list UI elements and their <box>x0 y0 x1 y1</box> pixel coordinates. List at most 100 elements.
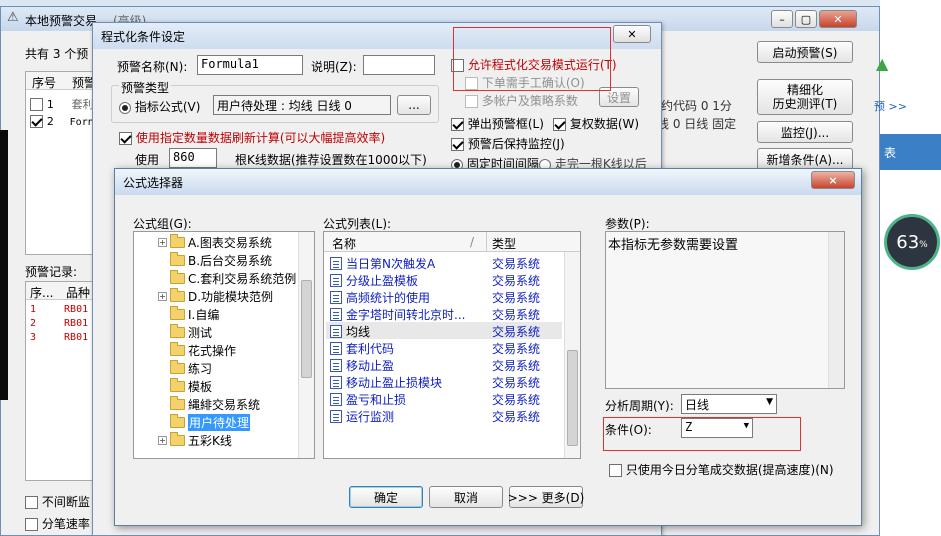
more-link[interactable]: 预 >> <box>874 98 907 114</box>
condition-close-button[interactable]: ✕ <box>613 25 651 43</box>
group-tree-item[interactable]: 縄緋交易系统 <box>158 396 260 413</box>
formula-doc-icon <box>330 325 342 338</box>
formula-type: 交易系统 <box>492 393 541 407</box>
table-row[interactable]: 2 Forn <box>30 114 94 130</box>
side-panel: ▲ 预 >> 表 63% <box>874 0 941 536</box>
expand-icon[interactable]: + <box>158 238 167 247</box>
maximize-button[interactable]: ▢ <box>795 10 817 28</box>
row-name: Forn <box>69 117 94 128</box>
formula-field[interactable]: 用户待处理 : 均线 日线 0 <box>213 95 391 115</box>
group-tree-label: B.后台交易系统 <box>188 254 273 268</box>
period-select[interactable]: 日线 ▼ <box>681 394 777 414</box>
multi-account-checkbox[interactable]: 多帐户及策略系数 <box>465 92 578 109</box>
group-tree: + A.图表交易系统 B.后台交易系统 C.套利交易系统范例 + D.功能模块范例 I.自编… <box>133 231 315 459</box>
col-type-header[interactable]: 类型 <box>492 235 516 252</box>
group-tree-item[interactable]: 用户待处理 <box>158 414 251 431</box>
row-name: 套利 <box>71 98 94 111</box>
group-tree-item[interactable]: 花式操作 <box>158 342 236 359</box>
close-window-button[interactable]: ✕ <box>819 10 857 28</box>
formula-list-row[interactable]: 套利代码 交易系统 <box>326 339 562 356</box>
ok-button[interactable]: 确定 <box>349 486 423 508</box>
folder-icon <box>170 396 185 410</box>
group-tree-item[interactable]: 练习 <box>158 360 212 377</box>
group-tree-item[interactable]: 测试 <box>158 324 212 341</box>
group-tree-item[interactable]: C.套利交易系统范例 <box>158 270 296 287</box>
group-tree-item[interactable]: 模板 <box>158 378 212 395</box>
expand-icon[interactable]: + <box>158 292 167 301</box>
selector-title: 公式选择器 <box>123 175 184 190</box>
condition-select[interactable]: Z ▼ <box>681 418 753 438</box>
browse-button[interactable]: ... <box>397 95 431 115</box>
formula-type: 交易系统 <box>492 308 541 322</box>
gauge-value: 63 <box>896 231 920 253</box>
preset-count-label: 共有 3 个预 <box>25 47 89 61</box>
indicator-radio[interactable]: 指标公式(V) <box>119 98 200 115</box>
row-checkbox[interactable] <box>30 115 43 128</box>
record-row[interactable]: 2 RB01 <box>30 318 88 329</box>
highlight-box <box>453 27 611 91</box>
folder-icon <box>170 414 185 428</box>
tick-rate-checkbox[interactable]: 分笔速率 <box>25 515 90 532</box>
monitor-button[interactable]: 监控(J)... <box>757 121 853 143</box>
expand-icon[interactable]: + <box>158 436 167 445</box>
formula-list-row[interactable]: 均线 交易系统 <box>326 322 562 339</box>
condition-label: 条件(O): <box>605 423 652 437</box>
group-tree-item[interactable]: I.自编 <box>158 306 219 323</box>
record-row[interactable]: 1 RB01 <box>30 304 88 315</box>
group-tree-item[interactable]: + 五彩K线 <box>158 432 232 449</box>
formula-name: 金字塔时间转北京时... <box>346 308 466 322</box>
left-chart-strip <box>0 130 8 400</box>
formula-type: 交易系统 <box>492 376 541 390</box>
formula-list-row[interactable]: 高频统计的使用 交易系统 <box>326 288 562 305</box>
folder-icon <box>170 432 185 446</box>
params-scrollbar[interactable] <box>828 232 844 388</box>
formula-type: 交易系统 <box>492 274 541 288</box>
minimize-button[interactable]: – <box>771 10 793 28</box>
formula-list-scrollbar[interactable] <box>564 252 580 458</box>
formula-list-row[interactable]: 运行监测 交易系统 <box>326 407 562 424</box>
blue-tab[interactable]: 表 <box>880 134 941 170</box>
group-tree-item[interactable]: + A.图表交易系统 <box>158 234 272 251</box>
row-checkbox[interactable] <box>30 98 43 111</box>
group-tree-item[interactable]: B.后台交易系统 <box>158 252 272 269</box>
no-interrupt-checkbox[interactable]: 不间断监 <box>25 493 90 510</box>
group-tree-item[interactable]: + D.功能模块范例 <box>158 288 273 305</box>
formula-list-row[interactable]: 当日第N次触发A 交易系统 <box>326 254 562 271</box>
group-tree-scrollbar[interactable] <box>298 232 314 458</box>
ma-text: 线 0 日线 固定 <box>657 117 737 131</box>
sort-slash-icon: / <box>470 235 475 249</box>
records-label: 预警记录: <box>25 265 78 279</box>
formula-type: 交易系统 <box>492 359 541 373</box>
formula-type: 交易系统 <box>492 291 541 305</box>
formula-list-row[interactable]: 移动止盈 交易系统 <box>326 356 562 373</box>
name-input[interactable]: Formula1 <box>197 55 303 75</box>
cancel-button[interactable]: 取消 <box>429 486 503 508</box>
restore-checkbox[interactable]: 复权数据(W) <box>553 115 639 132</box>
formula-list-row[interactable]: 移动止盈止损模块 交易系统 <box>326 373 562 390</box>
use-count-checkbox[interactable]: 使用指定数量数据刷新计算(可以大幅提高效率) <box>119 129 385 146</box>
folder-icon <box>170 306 185 320</box>
bar-count-input[interactable]: 860 <box>169 148 217 168</box>
folder-icon <box>170 342 185 356</box>
row-seq: 2 <box>46 115 54 128</box>
formula-list-row[interactable]: 分级止盈模板 交易系统 <box>326 271 562 288</box>
keep-monitor-checkbox[interactable]: 预警后保持监控(J) <box>451 135 565 152</box>
desc-input[interactable] <box>363 55 435 75</box>
col-name-header[interactable]: 名称 <box>332 235 356 252</box>
new-condition-button[interactable]: 新增条件(A)... <box>757 148 853 170</box>
formula-list-row[interactable]: 盈亏和止损 交易系统 <box>326 390 562 407</box>
formula-list-row[interactable]: 金字塔时间转北京时... 交易系统 <box>326 305 562 322</box>
more-button[interactable]: >>> 更多(D) <box>508 486 584 508</box>
today-tick-checkbox[interactable]: 只使用今日分笔成交数据(提高速度)(N) <box>609 461 834 478</box>
table-row[interactable]: 1 套利 <box>30 96 94 112</box>
record-row[interactable]: 3 RB01 <box>30 332 88 343</box>
popup-checkbox[interactable]: 弹出预警框(L) <box>451 115 544 132</box>
selector-close-button[interactable]: × <box>811 171 855 189</box>
group-tree-thumb[interactable] <box>301 280 312 378</box>
up-arrow-icon[interactable]: ▲ <box>876 54 888 73</box>
formula-doc-icon <box>330 410 342 423</box>
start-alert-button[interactable]: 启动预警(S) <box>757 41 853 63</box>
refine-backtest-button[interactable]: 精细化 历史测评(T) <box>757 79 853 115</box>
list-label: 公式列表(L): <box>323 217 392 231</box>
formula-list-thumb[interactable] <box>567 350 578 446</box>
